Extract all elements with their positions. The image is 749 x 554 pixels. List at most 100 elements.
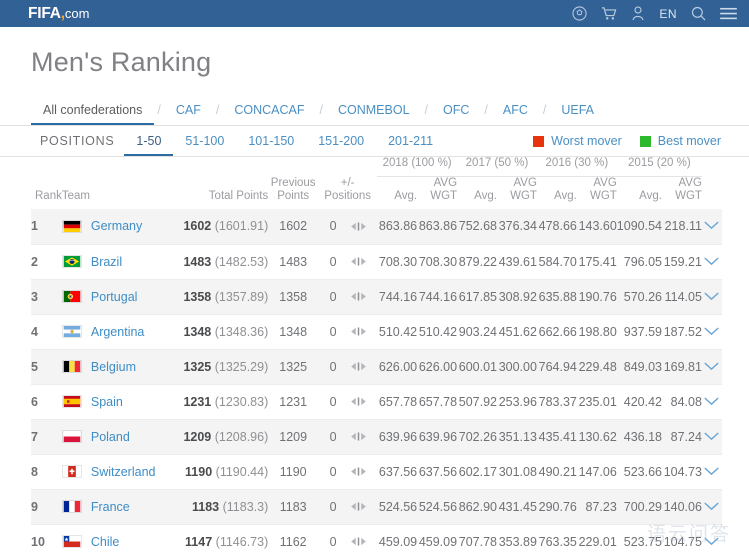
table-body: 1 Germany 1602 (1601.91) 1602 0 863.86 863.86 7… (31, 209, 722, 554)
cell-value-5: 175.41 (576, 244, 617, 280)
cell-expand[interactable] (701, 349, 722, 385)
delta-value: 0 (329, 219, 337, 234)
cell-previous-points: 1602 (268, 209, 319, 245)
table-row[interactable]: 1 Germany 1602 (1601.91) 1602 0 863.86 863.86 7… (31, 209, 722, 245)
header-2015-avg-wgt[interactable]: AVG WGT (662, 177, 702, 210)
conf-tab-concacaf[interactable]: CONCACAF (222, 103, 316, 125)
table-row[interactable]: 6 Spain 1231 (1230.83) 1231 0 657.78 657.78 507… (31, 384, 722, 420)
table-row[interactable]: 5 Belgium 1325 (1325.29) 1325 0 626.00 626.00 6… (31, 349, 722, 385)
team-name-link[interactable]: Portugal (91, 290, 138, 304)
header-2016-avg-wgt[interactable]: AVG WGT (577, 177, 617, 210)
team-name-link[interactable]: Argentina (91, 325, 145, 339)
header-rank[interactable]: Rank (31, 177, 62, 210)
cell-value-2: 879.22 (457, 244, 497, 280)
cell-expand[interactable] (701, 314, 722, 350)
user-icon[interactable] (631, 6, 645, 21)
cell-previous-points: 1348 (268, 314, 319, 350)
expand-chevron-down-icon[interactable] (704, 257, 719, 266)
header-total-points[interactable]: Total Points (171, 177, 268, 210)
cell-positions-delta: 0 (318, 454, 378, 490)
cell-expand[interactable] (701, 489, 722, 525)
positions-range-101-150[interactable]: 101-150 (236, 134, 306, 156)
cell-expand[interactable] (701, 209, 722, 245)
conf-tab-conmebol[interactable]: CONMEBOL (326, 103, 422, 125)
football-icon[interactable] (572, 6, 587, 21)
team-name-link[interactable]: Spain (91, 395, 123, 409)
expand-chevron-down-icon[interactable] (704, 537, 719, 546)
team-name-link[interactable]: France (91, 500, 130, 514)
header-2015-avg[interactable]: Avg. (617, 177, 662, 210)
header-positions-delta[interactable]: +/-Positions (318, 177, 377, 210)
conf-separator: / (424, 103, 429, 117)
cell-expand[interactable] (701, 279, 722, 315)
cell-total-points: 1209 (1208.96) (171, 419, 269, 455)
total-points-value: 1190 (185, 464, 213, 479)
header-2016-avg[interactable]: Avg. (537, 177, 577, 210)
team-name-link[interactable]: Chile (91, 535, 120, 549)
positions-range-151-200[interactable]: 151-200 (306, 134, 376, 156)
cell-expand[interactable] (701, 244, 722, 280)
cell-expand[interactable] (701, 454, 722, 490)
positions-range-1-50[interactable]: 1-50 (124, 134, 174, 156)
team-name-link[interactable]: Poland (91, 430, 130, 444)
header-2017-avg[interactable]: Avg. (457, 177, 497, 210)
cell-value-7: 159.21 (661, 244, 702, 280)
conf-tab-afc[interactable]: AFC (491, 103, 540, 125)
conf-separator: / (215, 103, 220, 117)
table-row[interactable]: 9 France 1183 (1183.3) 1183 0 524.56 524.56 862… (31, 489, 722, 525)
cell-expand[interactable] (701, 384, 722, 420)
cell-rank: 9 (31, 489, 62, 525)
table-row[interactable]: 10 Chile 1147 (1146.73) 1162 0 459.09 459.09 70… (31, 524, 722, 554)
expand-chevron-down-icon[interactable] (704, 327, 719, 336)
total-points-value: 1602 (183, 219, 212, 234)
cell-expand[interactable] (701, 524, 722, 554)
menu-icon[interactable] (720, 7, 737, 20)
search-icon[interactable] (691, 6, 706, 21)
conf-tab-uefa[interactable]: UEFA (549, 103, 606, 125)
table-row[interactable]: 3 Portugal 1358 (1357.89) 1358 0 744.16 744.16… (31, 279, 722, 315)
expand-chevron-down-icon[interactable] (704, 432, 719, 441)
table-row[interactable]: 7 Poland 1209 (1208.96) 1209 0 639.96 639.96 70… (31, 419, 722, 455)
cell-expand[interactable] (701, 419, 722, 455)
table-row[interactable]: 2 Brazil 1483 (1482.53) 1483 0 708.30 708.30 87… (31, 244, 722, 280)
team-name-link[interactable]: Switzerland (91, 465, 156, 479)
cart-icon[interactable] (601, 6, 617, 21)
header-2018-avg[interactable]: Avg. (377, 177, 417, 210)
cell-rank: 10 (31, 524, 62, 554)
positions-range-201-211[interactable]: 201-211 (376, 134, 445, 156)
expand-chevron-down-icon[interactable] (704, 467, 719, 476)
cell-value-3: 431.45 (496, 489, 537, 525)
cell-value-2: 600.01 (457, 349, 497, 385)
table-row[interactable]: 8 Switzerland 1190 (1190.44) 1190 0 637.56 637… (31, 454, 722, 490)
team-name-link[interactable]: Brazil (91, 255, 122, 269)
header-2017-avg-wgt[interactable]: AVG WGT (497, 177, 537, 210)
cell-value-3: 353.89 (496, 524, 537, 554)
cell-team: Argentina (61, 314, 172, 350)
team-name-link[interactable]: Germany (91, 219, 142, 233)
expand-chevron-down-icon[interactable] (704, 397, 719, 406)
header-2018-avg-wgt[interactable]: AVG WGT (417, 177, 457, 210)
expand-chevron-down-icon[interactable] (704, 362, 719, 371)
no-change-arrow-icon (350, 536, 366, 547)
fifa-logo[interactable]: FIFA, com (28, 5, 89, 23)
expand-chevron-down-icon[interactable] (704, 292, 719, 301)
cell-previous-points: 1190 (268, 454, 319, 490)
cell-value-1: 708.30 (417, 244, 458, 280)
expand-chevron-down-icon[interactable] (704, 221, 719, 230)
expand-chevron-down-icon[interactable] (704, 502, 719, 511)
conf-tab-caf[interactable]: CAF (164, 103, 213, 125)
header-previous-points[interactable]: Previous Points (268, 177, 318, 210)
positions-label: POSITIONS (40, 134, 115, 148)
cell-value-0: 626.00 (377, 349, 418, 385)
total-points-value: 1231 (183, 394, 212, 409)
cell-value-6: 436.18 (616, 419, 662, 455)
positions-range-51-100[interactable]: 51-100 (173, 134, 236, 156)
conf-tab-all-confederations[interactable]: All confederations (31, 103, 155, 125)
table-row[interactable]: 4 Argentina 1348 (1348.36) 1348 0 510.42 510.4… (31, 314, 722, 350)
cell-total-points: 1348 (1348.36) (171, 314, 269, 350)
header-expand-column (702, 177, 722, 210)
conf-tab-ofc[interactable]: OFC (431, 103, 481, 125)
team-name-link[interactable]: Belgium (91, 360, 136, 374)
language-selector[interactable]: EN (659, 7, 677, 21)
header-team[interactable]: Team (62, 177, 171, 210)
